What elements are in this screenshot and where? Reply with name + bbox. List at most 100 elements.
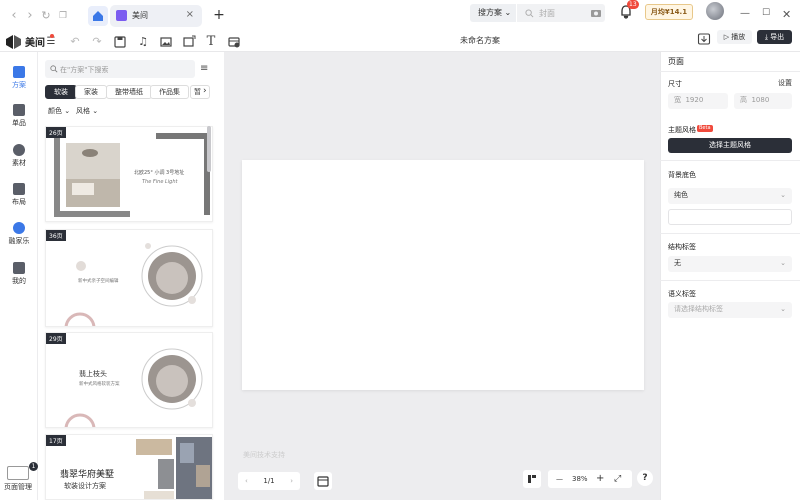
- prev-page-icon[interactable]: ‹: [245, 472, 248, 490]
- table-icon[interactable]: [227, 35, 241, 49]
- page-manage-button[interactable]: 页面管理: [3, 466, 33, 496]
- panel-search-input[interactable]: 在"方案"下搜索: [45, 60, 195, 78]
- page-count-badge: 1: [29, 462, 38, 471]
- image-icon[interactable]: [159, 35, 173, 49]
- new-tab-button[interactable]: +: [210, 6, 228, 24]
- search-input[interactable]: 封面: [517, 4, 605, 22]
- fit-icon: [528, 475, 536, 483]
- close-tab-icon[interactable]: ×: [186, 9, 194, 20]
- home-button[interactable]: [88, 6, 108, 26]
- card-title: 北欧25° 小调 3号地址: [134, 170, 185, 176]
- filter-color[interactable]: 颜色 ⌄: [48, 106, 70, 116]
- scheme-card[interactable]: 36页 新中式亲子空间编辑: [45, 229, 213, 327]
- chip-wallpaper[interactable]: 整带墙纸: [106, 85, 152, 99]
- chip-soft[interactable]: 软装: [45, 85, 77, 99]
- vip-label: 月均¥14.1: [650, 8, 688, 16]
- filter-style[interactable]: 风格 ⌄: [76, 106, 98, 116]
- tab-title: 美间: [132, 11, 148, 20]
- bg-select[interactable]: 纯色 ⌄: [668, 188, 792, 204]
- nav-item-layout[interactable]: 布局: [0, 183, 38, 219]
- nav-item-mine[interactable]: 我的: [0, 262, 38, 298]
- page-thumb-icon: [7, 466, 29, 480]
- save-icon[interactable]: [113, 35, 127, 49]
- search-scope-label: 搜方案: [478, 8, 502, 17]
- card-subtitle: The Fine Light: [142, 179, 178, 185]
- home-brand-icon: [13, 222, 25, 234]
- user-icon: [13, 262, 25, 274]
- minimize-icon[interactable]: —: [740, 8, 754, 22]
- download-icon[interactable]: [697, 32, 711, 46]
- maximize-icon[interactable]: ☐: [762, 8, 776, 22]
- width-field[interactable]: 宽 1920: [668, 93, 728, 109]
- page-thumbnail-button[interactable]: [314, 472, 332, 490]
- height-field[interactable]: 高 1080: [734, 93, 792, 109]
- redo-icon[interactable]: ↷: [90, 35, 104, 49]
- width-label: 宽: [674, 96, 681, 104]
- page-manage-label: 页面管理: [4, 483, 32, 491]
- search-placeholder: 封面: [539, 9, 555, 18]
- zoom-in-icon[interactable]: +: [596, 470, 604, 488]
- zoom-level[interactable]: 38%: [572, 470, 588, 488]
- panel-scrollbar[interactable]: [207, 126, 211, 172]
- vip-button[interactable]: 月均¥14.1: [645, 4, 693, 20]
- search-scope-select[interactable]: 搜方案 ⌄: [470, 4, 516, 22]
- close-window-icon[interactable]: ✕: [782, 8, 796, 22]
- bg-color-input[interactable]: [668, 209, 792, 225]
- slide-canvas[interactable]: [242, 160, 644, 390]
- next-page-icon[interactable]: ›: [290, 472, 293, 490]
- chip-home[interactable]: 家装: [75, 85, 107, 99]
- struct-select[interactable]: 无 ⌄: [668, 256, 792, 272]
- chevron-down-icon: ⌄: [780, 259, 786, 267]
- choose-theme-button[interactable]: 选择主题风格: [668, 138, 792, 153]
- zoom-out-icon[interactable]: —: [556, 470, 563, 488]
- back-icon[interactable]: ‹: [6, 8, 22, 24]
- page-indicator: 1/1: [263, 477, 275, 485]
- nav-item-material[interactable]: 素材: [0, 144, 38, 180]
- chip-next-icon[interactable]: ›: [203, 86, 207, 96]
- size-label: 尺寸: [668, 80, 682, 88]
- camera-icon[interactable]: [591, 8, 601, 17]
- help-icon[interactable]: ?: [637, 470, 653, 486]
- material-icon: [13, 144, 25, 156]
- fit-view-button[interactable]: [523, 470, 541, 488]
- card-subtitle: 新中式风格软装方案: [79, 382, 120, 387]
- fullscreen-icon[interactable]: ⤢: [614, 470, 621, 488]
- chip-more[interactable]: 暂: [190, 85, 210, 99]
- theme-label: 主题风格: [668, 126, 696, 134]
- nav-item-home[interactable]: 融家乐: [0, 222, 38, 258]
- divider: [660, 160, 800, 161]
- page-count-badge: 26页: [46, 127, 66, 138]
- music-icon[interactable]: ♫: [136, 35, 150, 49]
- logo-icon: [6, 35, 21, 49]
- scheme-card[interactable]: 17页 翡翠华府美墅 软装设计方案: [45, 434, 213, 500]
- undo-icon[interactable]: ↶: [68, 35, 82, 49]
- nav-item-product[interactable]: 单品: [0, 104, 38, 140]
- list-view-icon[interactable]: ≡: [200, 63, 208, 74]
- semantic-select[interactable]: 请选择结构标签 ⌄: [668, 302, 792, 318]
- scheme-card[interactable]: 29页 翡上枝头 新中式风格软装方案: [45, 332, 213, 428]
- text-icon[interactable]: T: [204, 35, 218, 49]
- card-title: 翡翠华府美墅: [60, 470, 115, 480]
- shape-icon[interactable]: [182, 35, 196, 49]
- chip-portfolio[interactable]: 作品集: [150, 85, 189, 99]
- forward-icon[interactable]: ›: [22, 8, 38, 24]
- page-count-badge: 17页: [46, 435, 66, 446]
- browser-tab[interactable]: 美间 ×: [110, 5, 202, 27]
- scheme-card[interactable]: 26页 北欧25° 小调 3号地址 The Fine Light: [45, 126, 213, 222]
- nav-label: 方案: [12, 81, 26, 89]
- export-button[interactable]: ⤓ 导出: [757, 30, 792, 44]
- avatar[interactable]: [706, 2, 724, 20]
- page-navigator[interactable]: ‹ 1/1 ›: [238, 472, 300, 490]
- size-settings-link[interactable]: 设置: [778, 78, 792, 88]
- document-title[interactable]: 未命名方案: [440, 35, 520, 46]
- play-button[interactable]: ▷ 播放: [717, 30, 752, 44]
- height-label: 高: [740, 96, 747, 104]
- card-title: 新中式亲子空间编辑: [78, 279, 119, 284]
- struct-label: 结构标签: [668, 243, 696, 251]
- refresh-icon[interactable]: ↻: [38, 8, 54, 24]
- divider: [660, 280, 800, 281]
- window-restore-icon[interactable]: ❐: [55, 8, 71, 24]
- divider: [660, 71, 800, 72]
- filter-color-label: 颜色: [48, 107, 62, 115]
- nav-item-scheme[interactable]: 方案: [0, 66, 38, 102]
